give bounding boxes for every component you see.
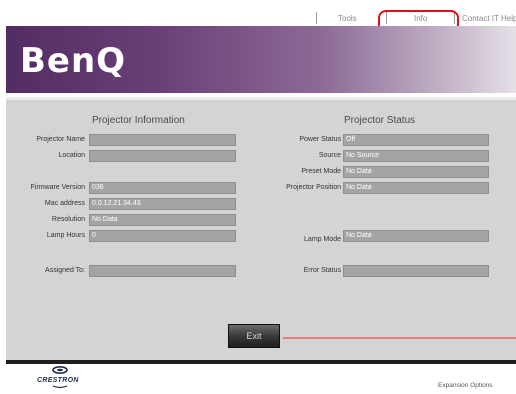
location-field[interactable]: [89, 150, 236, 162]
preset-mode-field: No Data: [343, 166, 489, 178]
lamp-mode-field: No Data: [343, 230, 489, 242]
power-status-label: Power Status: [299, 136, 341, 143]
firmware-version-field: 036: [89, 182, 236, 194]
top-navigation: Tools Info Contact IT Help: [0, 0, 516, 38]
preset-mode-label: Preset Mode: [301, 168, 341, 175]
nav-divider: [316, 12, 317, 24]
projector-status-title: Projector Status: [344, 115, 416, 126]
source-field: No Source: [343, 150, 489, 162]
projector-name-label: Projector Name: [36, 136, 85, 143]
lamp-hours-field: 0: [89, 230, 236, 242]
resolution-label: Resolution: [51, 216, 85, 223]
crestron-logo-text: CRESTRON: [37, 377, 79, 384]
expansion-options-link[interactable]: Expansion Options: [438, 382, 493, 389]
lamp-hours-label: Lamp Hours: [46, 232, 85, 239]
projector-name-field[interactable]: [89, 134, 236, 146]
power-status-field: Off: [343, 134, 489, 146]
assigned-to-field[interactable]: [89, 265, 236, 277]
nav-divider: [454, 12, 455, 24]
mac-address-field: 0.0.12.21.34.43: [89, 198, 236, 210]
mac-address-label: Mac address: [44, 200, 85, 207]
projector-position-field: No Data: [343, 182, 489, 194]
firmware-version-label: Firmware Version: [30, 184, 85, 191]
resolution-field: No Data: [89, 214, 236, 226]
benq-logo: BenQ: [20, 41, 127, 81]
nav-contact-it-help-link[interactable]: Contact IT Help: [462, 14, 516, 23]
location-label: Location: [58, 152, 85, 159]
assigned-to-label: Assigned To:: [45, 267, 85, 274]
lamp-mode-label: Lamp Mode: [304, 236, 341, 243]
exit-pointer-line: [283, 337, 516, 339]
nav-tools-link[interactable]: Tools: [338, 14, 357, 23]
nav-info-link[interactable]: Info: [414, 14, 427, 23]
projector-position-label: Projector Position: [286, 184, 341, 191]
source-label: Source: [318, 152, 341, 159]
nav-divider: [386, 12, 387, 24]
error-status-field: [343, 265, 489, 277]
error-status-label: Error Status: [303, 267, 341, 274]
header-banner: BenQ: [6, 26, 516, 93]
projector-information-title: Projector Information: [92, 115, 185, 126]
exit-button[interactable]: Exit: [228, 324, 280, 348]
